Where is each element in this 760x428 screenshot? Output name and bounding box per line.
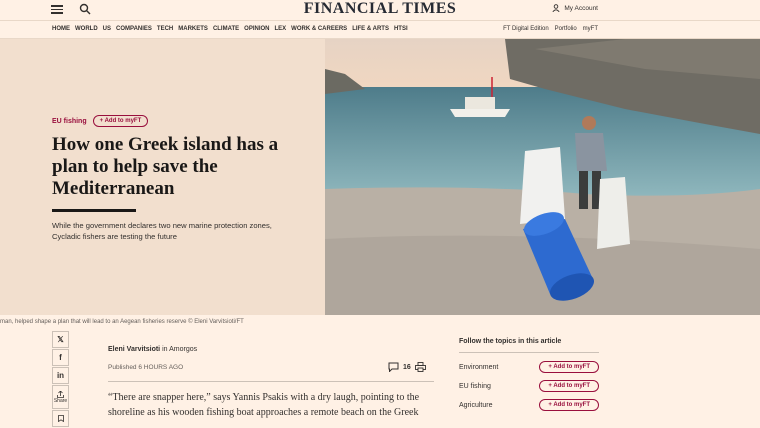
nav-us[interactable]: US bbox=[103, 26, 111, 32]
topic-tag-row: EU fishing + Add to myFT bbox=[52, 115, 149, 127]
dateline: in Amorgos bbox=[160, 346, 198, 353]
headline-rule bbox=[52, 209, 136, 212]
nav-opinion[interactable]: OPINION bbox=[244, 26, 269, 32]
facebook-share-icon[interactable]: f bbox=[52, 349, 69, 366]
topic-name[interactable]: Agriculture bbox=[459, 402, 492, 409]
share-bar: 𝕏 f in Share bbox=[52, 331, 69, 428]
topic-add-button[interactable]: + Add to myFT bbox=[539, 380, 599, 392]
top-bar: FINANCIAL TIMES My Account bbox=[0, 0, 760, 20]
nav-digital-edition[interactable]: FT Digital Edition bbox=[503, 26, 549, 32]
photo-caption: man, helped shape a plan that will lead … bbox=[0, 319, 244, 325]
follow-topics-title: Follow the topics in this article bbox=[459, 338, 562, 345]
nav-home[interactable]: HOME bbox=[52, 26, 70, 32]
share-button[interactable]: Share bbox=[52, 385, 69, 409]
topic-name[interactable]: EU fishing bbox=[459, 383, 491, 390]
follow-topic-row: Environment + Add to myFT bbox=[459, 361, 599, 373]
bookmark-icon[interactable] bbox=[52, 410, 69, 427]
ft-logo[interactable]: FINANCIAL TIMES bbox=[0, 0, 760, 18]
beach-photo bbox=[325, 39, 760, 315]
nav-world[interactable]: WORLD bbox=[75, 26, 98, 32]
add-to-myft-button[interactable]: + Add to myFT bbox=[92, 115, 149, 127]
topic-add-button[interactable]: + Add to myFT bbox=[539, 361, 599, 373]
nav-markets[interactable]: MARKETS bbox=[178, 26, 208, 32]
author-name[interactable]: Eleni Varvitsioti bbox=[108, 346, 160, 353]
hero-photo bbox=[325, 39, 760, 315]
article-standfirst: While the government declares two new ma… bbox=[52, 221, 272, 241]
linkedin-share-icon[interactable]: in bbox=[52, 367, 69, 384]
user-icon bbox=[552, 4, 560, 12]
x-share-icon[interactable]: 𝕏 bbox=[52, 331, 69, 348]
byline-divider bbox=[108, 381, 434, 382]
topic-tag[interactable]: EU fishing bbox=[52, 118, 87, 125]
nav-lex[interactable]: LEX bbox=[275, 26, 287, 32]
share-icon bbox=[57, 390, 64, 398]
print-icon[interactable] bbox=[414, 362, 426, 372]
comment-count[interactable]: 16 bbox=[403, 364, 411, 371]
white-sack-left bbox=[520, 147, 565, 224]
nav-climate[interactable]: CLIMATE bbox=[213, 26, 239, 32]
share-label: Share bbox=[53, 397, 68, 404]
nav-life-arts[interactable]: LIFE & ARTS bbox=[352, 26, 389, 32]
published-time: Published 6 HOURS AGO bbox=[108, 364, 184, 371]
topic-add-button[interactable]: + Add to myFT bbox=[539, 399, 599, 411]
comments-icon[interactable] bbox=[388, 362, 399, 372]
nav-work-careers[interactable]: WORK & CAREERS bbox=[291, 26, 347, 32]
article-tools: 16 bbox=[388, 362, 426, 372]
nav-tech[interactable]: TECH bbox=[157, 26, 173, 32]
my-account-link[interactable]: My Account bbox=[552, 4, 598, 12]
my-account-label: My Account bbox=[564, 4, 598, 12]
nav-htsi[interactable]: HTSI bbox=[394, 26, 408, 32]
follow-topic-row: Agriculture + Add to myFT bbox=[459, 399, 599, 411]
article-headline: How one Greek island has a plan to help … bbox=[52, 134, 279, 199]
follow-divider bbox=[459, 352, 599, 353]
main-nav: HOME WORLD US COMPANIES TECH MARKETS CLI… bbox=[0, 20, 760, 39]
byline: Eleni Varvitsioti in Amorgos bbox=[108, 346, 197, 353]
article-body: “There are snapper here,” says Yannis Ps… bbox=[108, 392, 420, 418]
white-sack-right bbox=[597, 177, 630, 249]
nav-myft[interactable]: myFT bbox=[583, 26, 598, 32]
nav-portfolio[interactable]: Portfolio bbox=[555, 26, 577, 32]
follow-topic-row: EU fishing + Add to myFT bbox=[459, 380, 599, 392]
topic-name[interactable]: Environment bbox=[459, 364, 498, 371]
nav-companies[interactable]: COMPANIES bbox=[116, 26, 152, 32]
